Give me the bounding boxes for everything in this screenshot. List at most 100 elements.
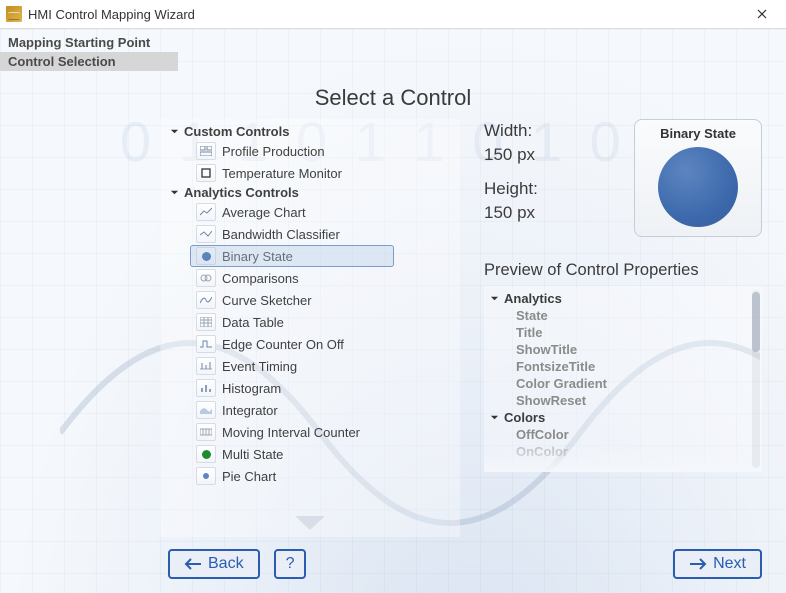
step-control-selection[interactable]: Control Selection (0, 52, 178, 71)
back-label: Back (208, 555, 244, 573)
right-column: Width: 150 px Height: 150 px Binary Stat… (484, 119, 762, 537)
layout-icon (196, 142, 216, 160)
app-icon (6, 6, 22, 22)
tree-item-data-table[interactable]: Data Table (162, 311, 458, 333)
tree-item-binary-state[interactable]: Binary State (162, 245, 458, 267)
group-label: Custom Controls (184, 124, 289, 139)
props-category-colors[interactable]: Colors (488, 409, 756, 426)
window-title: HMI Control Mapping Wizard (28, 7, 744, 22)
tree-item-edge-counter[interactable]: Edge Counter On Off (162, 333, 458, 355)
tree-item-label: Temperature Monitor (222, 165, 342, 182)
width-label: Width: (484, 121, 532, 140)
tree-item-integrator[interactable]: Integrator (162, 399, 458, 421)
properties-panel[interactable]: Analytics State Title ShowTitle Fontsize… (484, 286, 762, 472)
next-button[interactable]: Next (673, 549, 762, 579)
tree-item-label: Data Table (222, 314, 284, 331)
prop-colorgradient[interactable]: Color Gradient (488, 375, 756, 392)
prop-showtitle[interactable]: ShowTitle (488, 341, 756, 358)
tree-item-label: Curve Sketcher (222, 292, 312, 309)
page-title: Select a Control (0, 85, 786, 111)
bars-icon (196, 379, 216, 397)
preview-title: Binary State (660, 126, 736, 141)
tree-item-label: Binary State (222, 248, 293, 265)
tree-item-label: Bandwidth Classifier (222, 226, 340, 243)
control-preview: Binary State (634, 119, 762, 237)
properties-heading: Preview of Control Properties (484, 261, 762, 280)
tree-item-label: Integrator (222, 402, 278, 419)
back-button[interactable]: Back (168, 549, 260, 579)
tree-item-bandwidth-classifier[interactable]: Bandwidth Classifier (162, 223, 458, 245)
tree-item-comparisons[interactable]: Comparisons (162, 267, 458, 289)
curve-icon (196, 291, 216, 309)
tree-item-average-chart[interactable]: Average Chart (162, 201, 458, 223)
prop-title[interactable]: Title (488, 324, 756, 341)
collapse-icon[interactable] (168, 126, 180, 138)
width-value: 150 px (484, 145, 535, 164)
tree-item-pie-chart[interactable]: Pie Chart (162, 465, 458, 487)
tree-item-label: Multi State (222, 446, 283, 463)
arrow-right-icon (689, 558, 707, 570)
tree-item-label: Histogram (222, 380, 281, 397)
props-category-analytics[interactable]: Analytics (488, 290, 756, 307)
preview-circle-icon (658, 147, 738, 227)
edge-icon (196, 335, 216, 353)
tree-item-curve-sketcher[interactable]: Curve Sketcher (162, 289, 458, 311)
prop-fontsizetitle[interactable]: FontsizeTitle (488, 358, 756, 375)
area-icon (196, 401, 216, 419)
tree-item-label: Pie Chart (222, 468, 276, 485)
tree-item-label: Profile Production (222, 143, 325, 160)
collapse-icon[interactable] (488, 293, 500, 305)
collapse-icon[interactable] (168, 187, 180, 199)
collapse-icon[interactable] (488, 412, 500, 424)
tree-item-profile-production[interactable]: Profile Production (162, 140, 458, 162)
prop-showreset[interactable]: ShowReset (488, 392, 756, 409)
dimensions: Width: 150 px Height: 150 px (484, 119, 538, 225)
titlebar: HMI Control Mapping Wizard (0, 0, 786, 29)
height-value: 150 px (484, 203, 535, 222)
table-icon (196, 313, 216, 331)
tree-item-label: Edge Counter On Off (222, 336, 344, 353)
tree-item-label: Moving Interval Counter (222, 424, 360, 441)
props-category-label: Colors (504, 410, 545, 425)
tree-item-multi-state[interactable]: Multi State (162, 443, 458, 465)
prop-offcolor[interactable]: OffColor (488, 426, 756, 443)
arrow-left-icon (184, 558, 202, 570)
square-icon (196, 164, 216, 182)
properties-scrollbar[interactable] (752, 290, 760, 468)
dimensions-and-preview: Width: 150 px Height: 150 px Binary Stat… (484, 119, 762, 237)
tree-item-label: Event Timing (222, 358, 297, 375)
group-label: Analytics Controls (184, 185, 299, 200)
line-chart-icon (196, 203, 216, 221)
tree-item-histogram[interactable]: Histogram (162, 377, 458, 399)
dot-icon (196, 445, 216, 463)
close-icon (757, 9, 767, 19)
tree-item-label: Comparisons (222, 270, 299, 287)
tree-group-analytics-controls[interactable]: Analytics Controls (162, 184, 458, 201)
line-chart-icon (196, 225, 216, 243)
scroll-hint-down-icon (295, 516, 325, 535)
help-button[interactable]: ? (274, 549, 307, 579)
tree-item-moving-interval-counter[interactable]: Moving Interval Counter (162, 421, 458, 443)
tree-item-event-timing[interactable]: Event Timing (162, 355, 458, 377)
help-label: ? (286, 555, 295, 573)
control-tree[interactable]: Custom Controls Profile Production Tempe… (160, 119, 460, 537)
height-label: Height: (484, 179, 538, 198)
tree-item-temperature-monitor[interactable]: Temperature Monitor (162, 162, 458, 184)
next-label: Next (713, 555, 746, 573)
wizard-steps: Mapping Starting Point Control Selection (0, 29, 786, 71)
counter-icon (196, 423, 216, 441)
step-mapping-starting-point[interactable]: Mapping Starting Point (0, 33, 178, 52)
timing-icon (196, 357, 216, 375)
prop-oncolor[interactable]: OnColor (488, 443, 756, 460)
tree-item-label: Average Chart (222, 204, 306, 221)
props-category-label: Analytics (504, 291, 562, 306)
dot-icon (196, 467, 216, 485)
prop-state[interactable]: State (488, 307, 756, 324)
tree-group-custom-controls[interactable]: Custom Controls (162, 123, 458, 140)
close-button[interactable] (744, 4, 780, 24)
wizard-window: HMI Control Mapping Wizard 0 1 1 0 1 1 0… (0, 0, 786, 593)
wizard-footer: Back ? Next (0, 537, 786, 593)
wizard-body: 0 1 1 0 1 1 0 1 0 1 Mapping Starting Poi… (0, 29, 786, 593)
content-area: Custom Controls Profile Production Tempe… (0, 119, 786, 537)
compare-icon (196, 269, 216, 287)
